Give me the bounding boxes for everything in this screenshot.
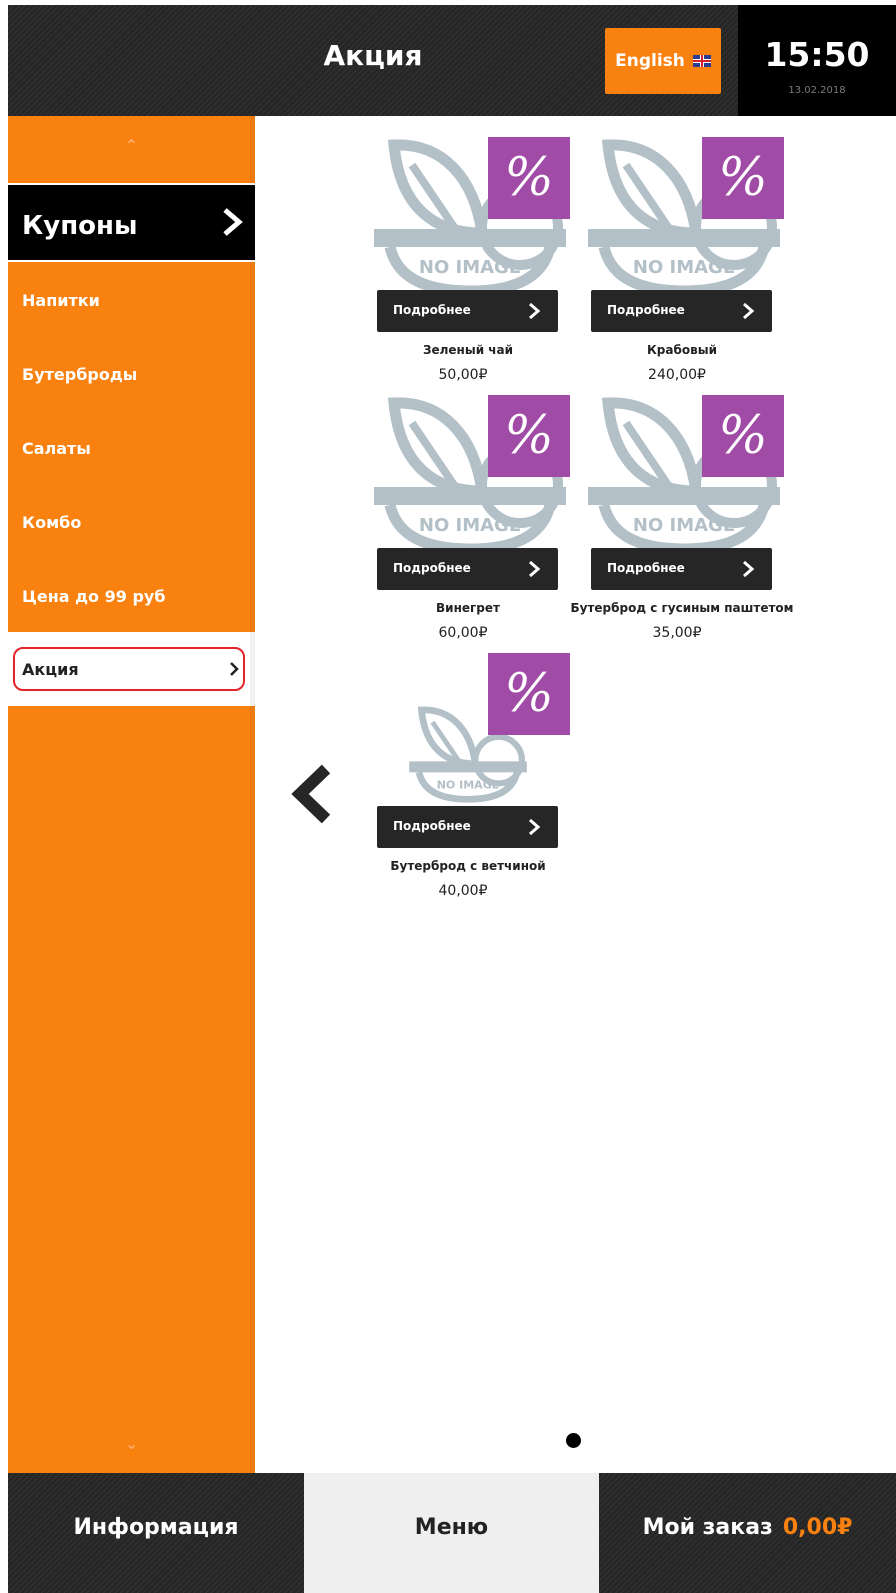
clock: 15:50 13.02.2018 xyxy=(738,5,896,116)
sidebar-item-label: Напитки xyxy=(22,291,100,310)
discount-badge: % xyxy=(488,653,570,735)
info-label: Информация xyxy=(73,1515,239,1540)
product-name: Бутерброд с ветчиной xyxy=(390,859,546,873)
sidebar-item-label: Салаты xyxy=(22,439,91,458)
product-card[interactable]: NO IMAGE % Подробнее Бутерброд с гусиным… xyxy=(570,395,794,645)
discount-badge: % xyxy=(488,137,570,219)
sidebar-item-combo[interactable]: Комбо xyxy=(8,486,255,560)
details-label: Подробнее xyxy=(607,561,685,575)
page-title: Акция xyxy=(323,39,423,72)
language-label: English xyxy=(615,51,685,71)
details-label: Подробнее xyxy=(393,303,471,317)
menu-button[interactable]: Меню xyxy=(304,1473,599,1593)
chevron-right-icon xyxy=(529,818,541,836)
sidebar-item-label: Бутерброды xyxy=(22,365,138,384)
details-button[interactable]: Подробнее xyxy=(591,548,772,590)
uk-flag-icon xyxy=(692,55,711,67)
details-button[interactable]: Подробнее xyxy=(377,806,558,848)
sidebar-item-drinks[interactable]: Напитки xyxy=(8,264,255,338)
product-card[interactable]: NO IMAGE % Подробнее Винегрет 60,00₽ xyxy=(372,395,572,645)
product-card[interactable]: NO IMAGE % Подробнее Зеленый чай 50,00₽ xyxy=(372,137,572,387)
product-name: Винегрет xyxy=(436,601,500,615)
clock-time: 15:50 xyxy=(764,35,870,74)
chevron-right-icon xyxy=(529,302,541,320)
page-indicator-dot[interactable] xyxy=(566,1433,581,1448)
chevron-right-icon xyxy=(743,302,755,320)
details-button[interactable]: Подробнее xyxy=(377,290,558,332)
details-button[interactable]: Подробнее xyxy=(591,290,772,332)
no-image-text: NO IMAGE xyxy=(437,778,500,791)
bottom-nav: Информация Меню Мой заказ 0,00₽ xyxy=(8,1473,896,1593)
product-price: 35,00₽ xyxy=(652,625,702,641)
sidebar-item-label: Акция xyxy=(22,660,79,679)
my-order-button[interactable]: Мой заказ 0,00₽ xyxy=(599,1473,896,1593)
sidebar-item-under-99[interactable]: Цена до 99 руб xyxy=(8,560,255,634)
sidebar-item-label: Комбо xyxy=(22,513,82,532)
order-total: 0,00₽ xyxy=(782,1515,853,1540)
no-image-text: NO IMAGE xyxy=(419,257,521,278)
sidebar-item-sandwiches[interactable]: Бутерброды xyxy=(8,338,255,412)
no-image-text: NO IMAGE xyxy=(633,257,735,278)
sidebar-item-label: Цена до 99 руб xyxy=(22,587,166,606)
chevron-up-icon: ⌃ xyxy=(124,136,139,155)
category-sidebar: ⌃ Купоны Напитки Бутерброды Салаты Комбо… xyxy=(8,116,255,1473)
sidebar-item-promo[interactable]: Акция xyxy=(8,632,255,706)
details-label: Подробнее xyxy=(607,303,685,317)
no-image-text: NO IMAGE xyxy=(419,515,521,536)
product-price: 40,00₽ xyxy=(438,883,488,899)
coupons-label: Купоны xyxy=(22,211,138,241)
menu-label: Меню xyxy=(414,1515,489,1540)
header: Акция English 15:50 13.02.2018 xyxy=(8,5,896,116)
coupons-button[interactable]: Купоны xyxy=(8,183,255,262)
discount-badge: % xyxy=(488,395,570,477)
product-price: 60,00₽ xyxy=(438,625,488,641)
details-label: Подробнее xyxy=(393,561,471,575)
details-button[interactable]: Подробнее xyxy=(377,548,558,590)
info-button[interactable]: Информация xyxy=(8,1473,304,1593)
chevron-right-icon xyxy=(230,662,239,676)
chevron-right-icon xyxy=(743,560,755,578)
chevron-right-icon xyxy=(529,560,541,578)
chevron-down-icon: ⌄ xyxy=(124,1434,139,1453)
product-price: 240,00₽ xyxy=(648,367,706,383)
language-button[interactable]: English xyxy=(605,28,721,94)
product-card[interactable]: NO IMAGE % Подробнее Крабовый 240,00₽ xyxy=(586,137,786,387)
sidebar-item-salads[interactable]: Салаты xyxy=(8,412,255,486)
scroll-up-button[interactable]: ⌃ xyxy=(8,136,255,166)
no-image-text: NO IMAGE xyxy=(633,515,735,536)
previous-page-arrow-icon[interactable] xyxy=(288,763,334,825)
my-order-label: Мой заказ xyxy=(642,1515,773,1540)
product-price: 50,00₽ xyxy=(438,367,488,383)
product-card[interactable]: NO IMAGE % Подробнее Бутерброд с ветчино… xyxy=(372,653,572,903)
product-name: Бутерброд с гусиным паштетом xyxy=(570,601,794,615)
kiosk-screen: Акция English 15:50 13.02.2018 ⌃ Купоны … xyxy=(8,5,896,1593)
clock-date: 13.02.2018 xyxy=(788,85,846,96)
details-label: Подробнее xyxy=(393,819,471,833)
scroll-down-button[interactable]: ⌄ xyxy=(8,1434,255,1454)
chevron-right-icon xyxy=(223,208,243,236)
discount-badge: % xyxy=(702,137,784,219)
discount-badge: % xyxy=(702,395,784,477)
product-name: Крабовый xyxy=(647,343,717,357)
product-name: Зеленый чай xyxy=(422,343,514,357)
